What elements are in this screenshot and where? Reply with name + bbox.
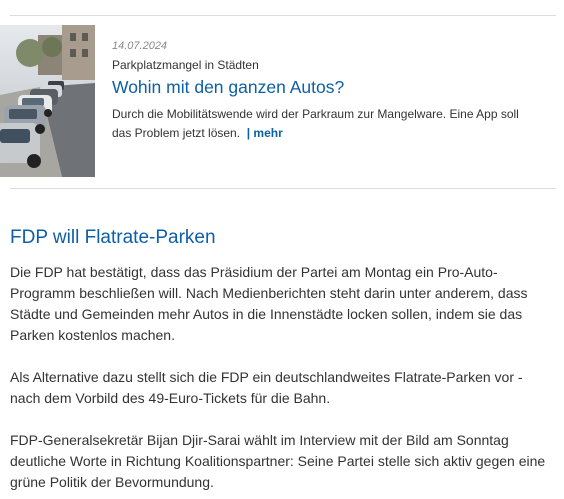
teaser-summary: Durch die Mobilitätswende wird der Parkr… [112,105,532,143]
top-divider [10,15,556,16]
more-link[interactable]: | mehr [247,126,283,140]
teaser-headline-link[interactable]: Wohin mit den ganzen Autos? [112,76,542,98]
article-paragraph: FDP-Generalsekretär Bijan Djir-Sarai wäh… [10,432,546,490]
article-section: FDP will Flatrate-Parken Die FDP hat bes… [10,226,556,493]
article-paragraph: Die FDP hat bestätigt, dass das Präsidiu… [10,264,528,343]
article-title: FDP will Flatrate-Parken [10,227,216,248]
teaser-summary-text: Durch die Mobilitätswende wird der Parkr… [112,107,519,140]
teaser-card[interactable]: 14.07.2024 Parkplatzmangel in Städten Wo… [0,25,556,177]
parked-cars-image[interactable] [0,25,95,177]
teaser-date: 14.07.2024 [112,40,168,52]
teaser-divider [10,188,556,189]
teaser-kicker: Parkplatzmangel in Städten [112,58,259,72]
teaser-body: 14.07.2024 Parkplatzmangel in Städten Wo… [112,39,542,143]
article-paragraph: Als Alternative dazu stellt sich die FDP… [10,369,523,406]
